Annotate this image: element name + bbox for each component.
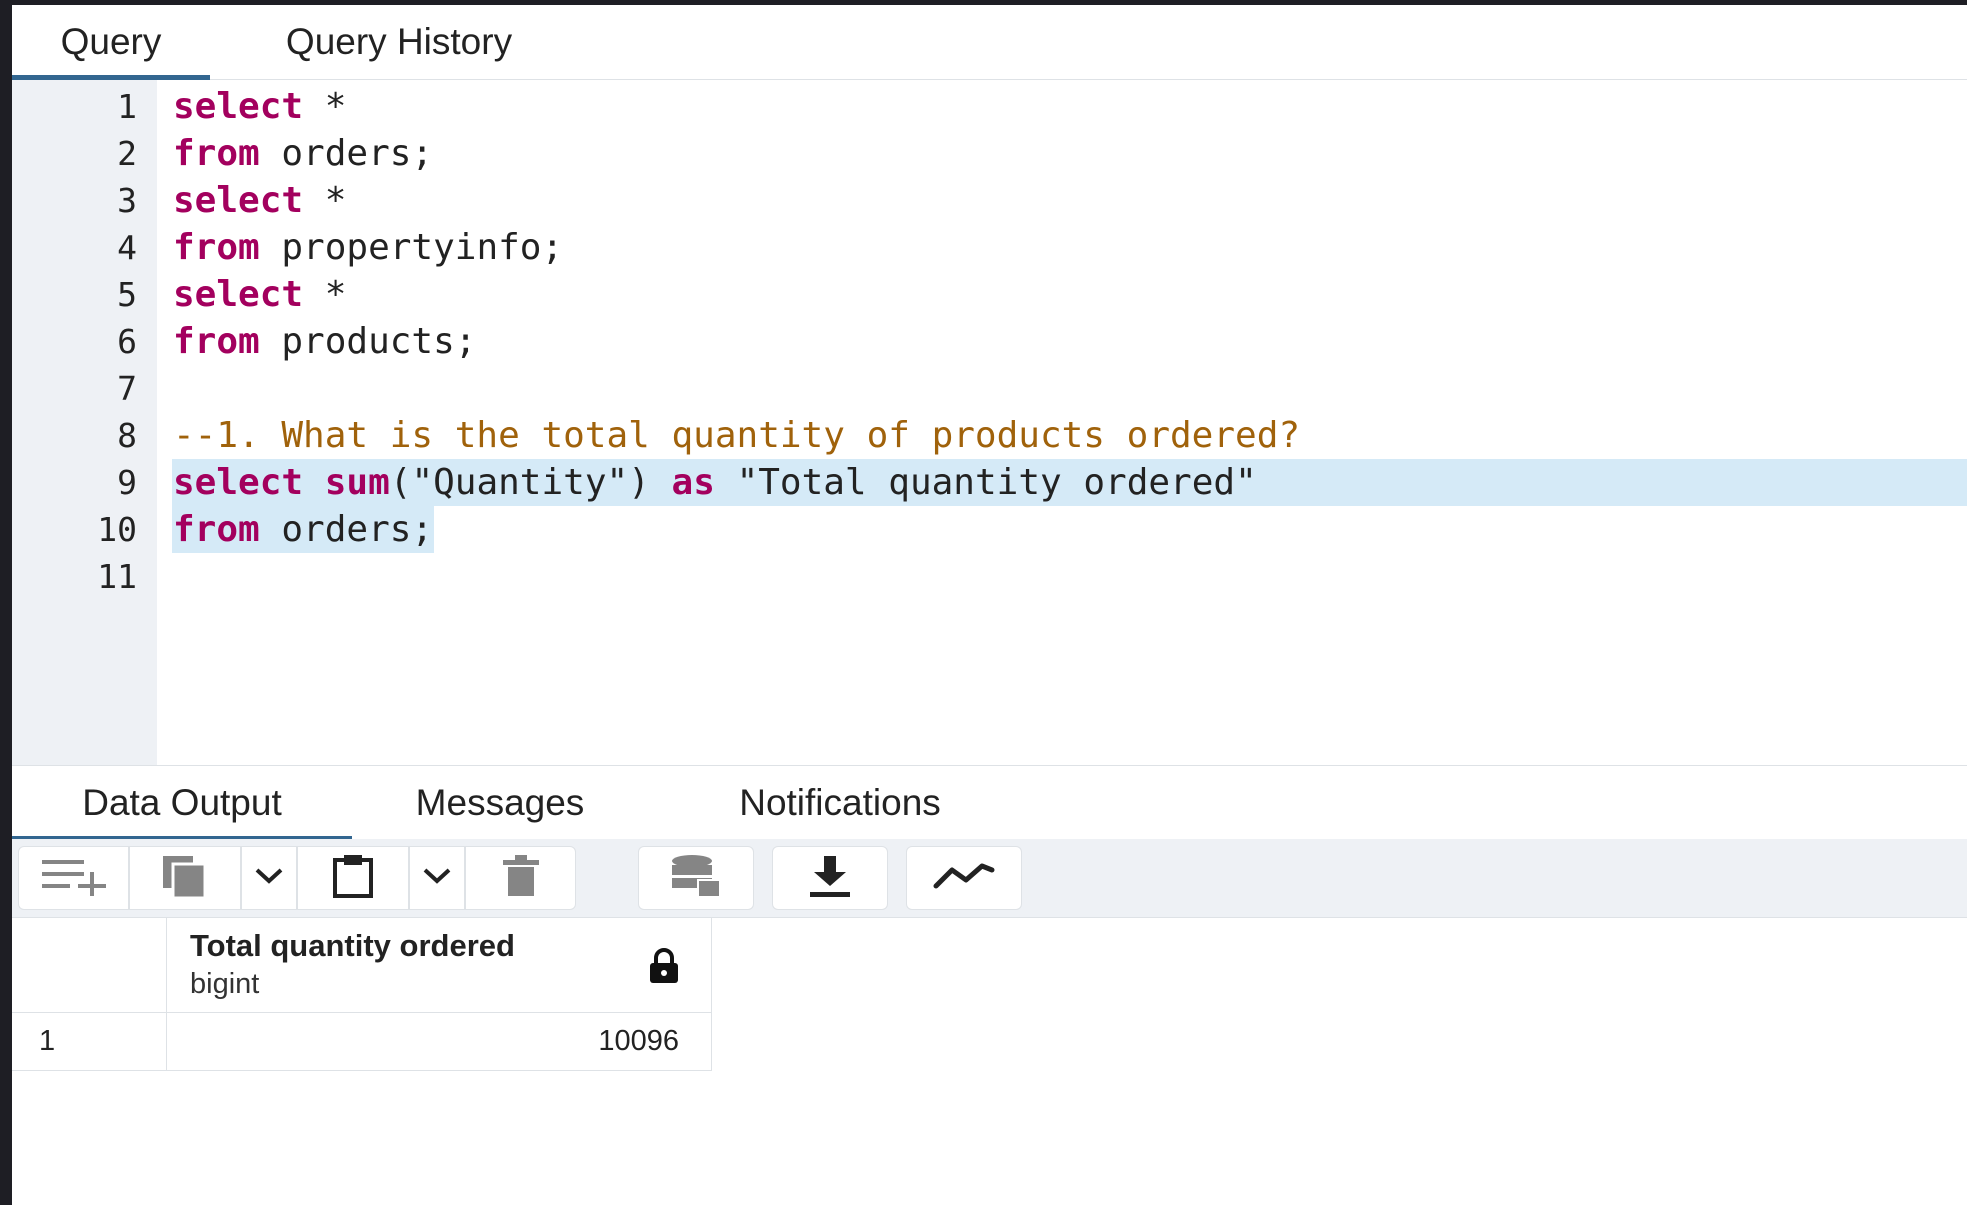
trash-icon (501, 854, 541, 903)
tab-query-history[interactable]: Query History (240, 5, 558, 79)
output-tab-bar: Data Output Messages Notifications (12, 765, 1967, 841)
code-line[interactable] (12, 553, 1967, 600)
column-name: Total quantity ordered (190, 928, 515, 963)
row-number-cell[interactable]: 1 (12, 1013, 167, 1071)
sql-comment: --1. What is the total quantity of produ… (173, 415, 1301, 456)
sql-keyword: sum (324, 462, 390, 503)
lock-icon (647, 948, 681, 989)
code-line[interactable] (12, 365, 1967, 412)
tab-notifications[interactable]: Notifications (684, 766, 996, 840)
tab-messages-label: Messages (415, 782, 585, 823)
tab-notifications-label: Notifications (739, 782, 941, 823)
graph-icon (932, 860, 996, 897)
code-line[interactable]: from orders; (12, 130, 1967, 177)
sql-text: orders; (259, 133, 434, 174)
paste-options-button[interactable] (409, 846, 465, 910)
data-output-toolbar (12, 839, 1967, 918)
paste-button[interactable] (297, 846, 409, 910)
data-grid: Total quantity ordered bigint 1 10096 (12, 918, 1967, 1205)
download-icon (808, 854, 852, 903)
sql-keyword: select (173, 86, 304, 127)
table-cell[interactable]: 10096 (167, 1013, 712, 1071)
sql-keyword: from (173, 133, 260, 174)
add-row-button[interactable] (18, 846, 129, 910)
sql-keyword: as (671, 462, 715, 503)
paste-icon (329, 854, 377, 903)
copy-button[interactable] (129, 846, 241, 910)
tab-data-output[interactable]: Data Output (12, 766, 352, 841)
row-number: 1 (39, 1025, 56, 1057)
cell-value: 10096 (598, 1025, 679, 1057)
code-line[interactable]: select * (12, 177, 1967, 224)
tab-data-output-label: Data Output (82, 782, 282, 823)
download-button[interactable] (772, 846, 888, 910)
delete-row-button[interactable] (465, 846, 576, 910)
code-line[interactable]: --1. What is the total quantity of produ… (12, 412, 1967, 459)
tab-query-history-label: Query History (285, 21, 513, 62)
sql-keyword: select (173, 180, 304, 221)
tab-messages[interactable]: Messages (384, 766, 616, 840)
sql-keyword: from (173, 321, 260, 362)
add-row-icon (38, 856, 110, 901)
chevron-down-icon (253, 866, 285, 891)
sql-text: orders; (259, 509, 434, 550)
sql-keyword: from (173, 227, 260, 268)
column-type: bigint (190, 968, 260, 1000)
code-line[interactable]: from orders; (12, 506, 1967, 553)
query-tool-window: Query Query History 1 2 3 4 5 6 7 8 9 10 11 select… (12, 5, 1967, 1205)
graph-visualiser-button[interactable] (906, 846, 1022, 910)
sql-text: * (303, 274, 347, 315)
code-line[interactable]: from propertyinfo; (12, 224, 1967, 271)
sql-keyword: select (173, 274, 304, 315)
tab-query[interactable]: Query (12, 5, 210, 80)
sql-keyword: from (173, 509, 260, 550)
save-data-icon (670, 854, 722, 903)
copy-options-button[interactable] (241, 846, 297, 910)
code-line[interactable]: from products; (12, 318, 1967, 365)
grid-corner-cell (12, 918, 167, 1013)
query-tab-bar: Query Query History (12, 5, 1967, 80)
sql-keyword: select (173, 462, 304, 503)
sql-text: ("Quantity") (389, 462, 672, 503)
code-line[interactable]: select * (12, 271, 1967, 318)
save-data-button[interactable] (638, 846, 754, 910)
sql-text: products; (259, 321, 477, 362)
chevron-down-icon (421, 866, 453, 891)
column-header[interactable]: Total quantity ordered bigint (167, 918, 712, 1013)
copy-icon (157, 854, 213, 903)
sql-text: "Total quantity ordered" (714, 462, 1257, 503)
sql-text: * (303, 86, 347, 127)
sql-editor[interactable]: 1 2 3 4 5 6 7 8 9 10 11 select * from orders; select… (12, 80, 1967, 765)
sql-text: propertyinfo; (259, 227, 564, 268)
tab-query-label: Query (60, 21, 162, 62)
sql-text: * (303, 180, 347, 221)
code-line[interactable]: select * (12, 83, 1967, 130)
code-line[interactable]: select sum("Quantity") as "Total quantit… (12, 459, 1967, 506)
